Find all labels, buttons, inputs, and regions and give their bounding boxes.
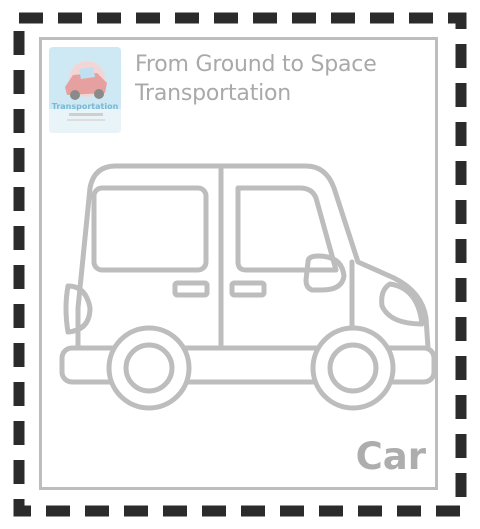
coloring-card: Transportation From Ground to Space Tran… bbox=[39, 37, 438, 490]
door-handle-rear bbox=[172, 280, 210, 298]
vehicle-name-label: Car bbox=[355, 435, 426, 478]
page-title: From Ground to Space Transportation bbox=[135, 50, 377, 108]
car-book-cover-icon: Transportation bbox=[49, 47, 121, 133]
rear-wheel bbox=[106, 325, 192, 411]
thumbnail-caption: Transportation bbox=[52, 102, 119, 111]
car-body bbox=[75, 163, 431, 351]
book-cover-thumbnail: Transportation bbox=[49, 47, 121, 133]
title-line-1: From Ground to Space bbox=[135, 52, 377, 77]
headlight bbox=[379, 281, 425, 327]
front-wheel bbox=[310, 325, 396, 411]
title-line-2: Transportation bbox=[135, 81, 292, 106]
car-outline-icon bbox=[59, 163, 435, 411]
door-handle-front bbox=[229, 280, 267, 298]
rear-window bbox=[91, 185, 209, 273]
side-mirror bbox=[303, 253, 347, 293]
